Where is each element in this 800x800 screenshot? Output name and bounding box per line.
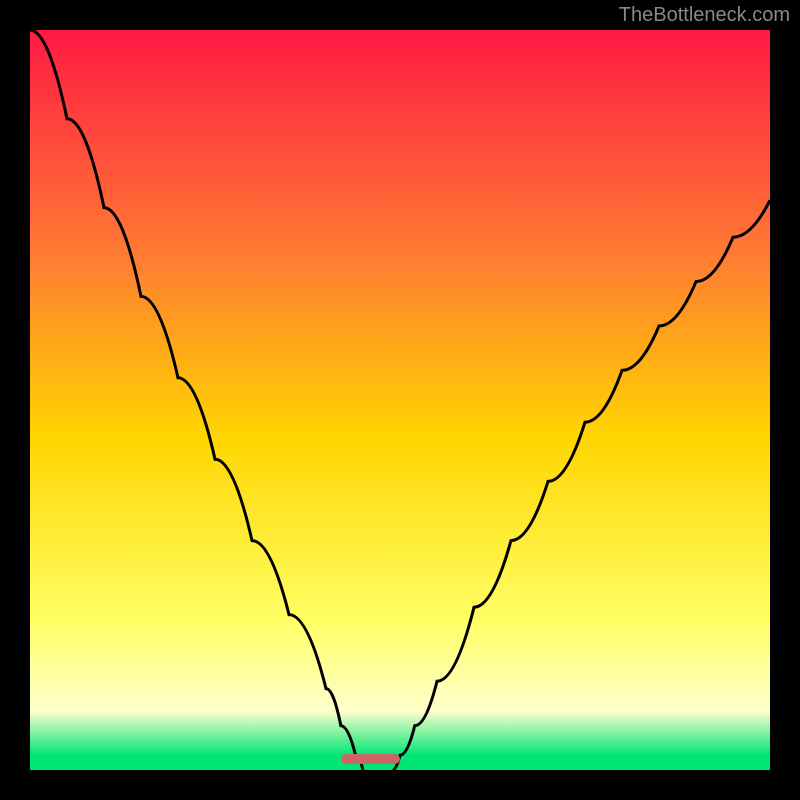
watermark-text: TheBottleneck.com <box>619 4 790 27</box>
bottleneck-marker <box>341 754 400 764</box>
curve-layer <box>30 30 770 770</box>
plot-area <box>30 30 770 770</box>
left-curve <box>30 30 363 770</box>
right-curve <box>393 200 770 770</box>
